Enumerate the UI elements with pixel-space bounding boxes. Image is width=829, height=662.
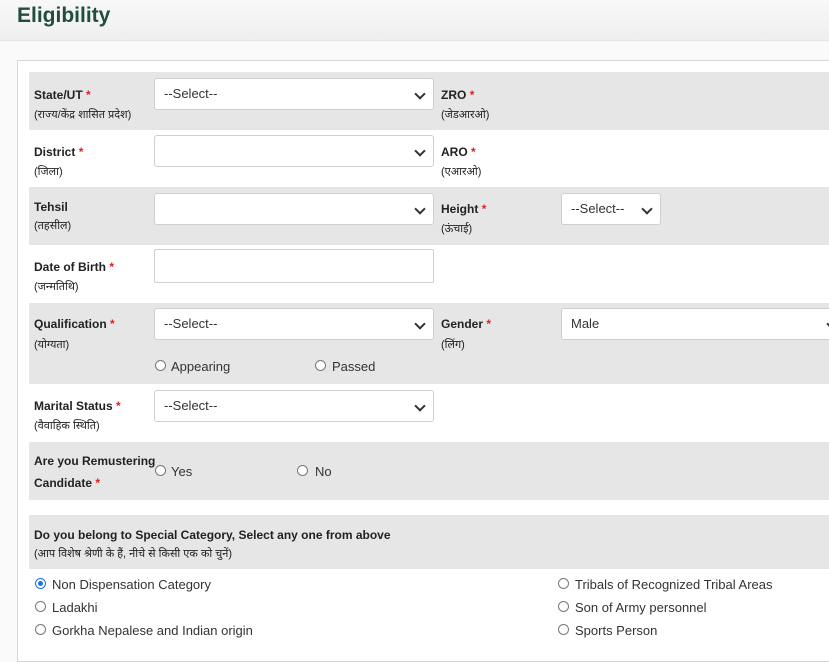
page-header: Eligibility	[0, 0, 829, 41]
height-select[interactable]: --Select--	[561, 193, 661, 225]
special-category-options: Non Dispensation Category Ladakhi Gorkha…	[29, 569, 829, 642]
special-category-heading: Do you belong to Special Category, Selec…	[34, 528, 391, 542]
appearing-label: Appearing	[171, 359, 231, 374]
height-hindi: (ऊंचाई)	[441, 223, 473, 235]
district-label: District *	[34, 145, 84, 159]
tribals-label: Tribals of Recognized Tribal Areas	[575, 577, 773, 592]
chevron-down-icon	[414, 318, 426, 330]
chevron-down-icon	[641, 203, 653, 215]
row-district: District * (जिला) ARO * (एआरओ)	[29, 130, 829, 187]
qualification-select[interactable]: --Select--	[154, 308, 434, 340]
aro-hindi: (एआरओ)	[441, 166, 482, 178]
marital-hindi: (वैवाहिक स्थिति)	[34, 420, 100, 432]
son-of-army-label: Son of Army personnel	[575, 600, 707, 615]
row-state: State/UT * (राज्य/केंद्र शासित प्रदेश) -…	[29, 72, 829, 130]
ladakhi-radio[interactable]	[35, 601, 46, 612]
sports-person-radio[interactable]	[558, 624, 569, 635]
tehsil-hindi: (तहसील)	[34, 220, 72, 232]
state-label: State/UT *	[34, 88, 91, 102]
state-hindi: (राज्य/केंद्र शासित प्रदेश)	[34, 109, 132, 121]
remustering-label-line1: Are you Remustering	[34, 454, 156, 468]
chevron-down-icon	[414, 400, 426, 412]
appearing-radio[interactable]	[155, 360, 166, 371]
gender-label: Gender *	[441, 317, 492, 331]
chevron-down-icon	[414, 145, 426, 157]
zro-hindi: (जेडआरओ)	[441, 109, 490, 121]
marital-label: Marital Status *	[34, 399, 121, 413]
row-special-category: Do you belong to Special Category, Selec…	[29, 515, 829, 569]
son-of-army-radio[interactable]	[558, 601, 569, 612]
remustering-label-line2: Candidate *	[34, 476, 101, 490]
zro-label: ZRO *	[441, 88, 475, 102]
row-tehsil: Tehsil (तहसील) Height * (ऊंचाई) --Select…	[29, 187, 829, 245]
row-remustering: Are you Remustering Candidate * Yes No	[29, 442, 829, 500]
passed-radio[interactable]	[315, 360, 326, 371]
row-qualification: Qualification * (योग्यता) --Select-- App…	[29, 303, 829, 384]
gorkha-label: Gorkha Nepalese and Indian origin	[52, 623, 253, 638]
chevron-down-icon	[414, 88, 426, 100]
row-dob: Date of Birth * (जन्मतिथि)	[29, 245, 829, 303]
gender-hindi: (लिंग)	[441, 339, 465, 351]
height-label: Height *	[441, 202, 487, 216]
state-select[interactable]: --Select--	[154, 78, 434, 110]
aro-label: ARO *	[441, 145, 476, 159]
qualification-label: Qualification *	[34, 317, 115, 331]
no-label: No	[315, 464, 332, 479]
chevron-down-icon	[414, 203, 426, 215]
special-category-hindi: (आप विशेष श्रेणी के हैं, नीचे से किसी एक…	[34, 548, 232, 560]
row-marital: Marital Status * (वैवाहिक स्थिति) --Sele…	[29, 384, 829, 442]
ladakhi-label: Ladakhi	[52, 600, 98, 615]
qualification-hindi: (योग्यता)	[34, 339, 70, 351]
non-dispensation-radio[interactable]	[35, 578, 46, 589]
sports-person-label: Sports Person	[575, 623, 658, 638]
tehsil-select[interactable]	[154, 193, 434, 225]
district-select[interactable]	[154, 135, 434, 167]
dob-label: Date of Birth *	[34, 260, 115, 274]
marital-select[interactable]: --Select--	[154, 390, 434, 422]
gender-select[interactable]: Male	[561, 308, 829, 340]
no-radio[interactable]	[297, 465, 308, 476]
non-dispensation-label: Non Dispensation Category	[52, 577, 211, 592]
tehsil-label: Tehsil	[34, 200, 68, 214]
district-hindi: (जिला)	[34, 166, 63, 178]
gorkha-radio[interactable]	[35, 624, 46, 635]
yes-label: Yes	[171, 464, 193, 479]
dob-input[interactable]	[154, 249, 434, 283]
dob-hindi: (जन्मतिथि)	[34, 281, 79, 293]
yes-radio[interactable]	[155, 465, 166, 476]
passed-label: Passed	[332, 359, 376, 374]
tribals-radio[interactable]	[558, 578, 569, 589]
page-title: Eligibility	[17, 4, 111, 27]
